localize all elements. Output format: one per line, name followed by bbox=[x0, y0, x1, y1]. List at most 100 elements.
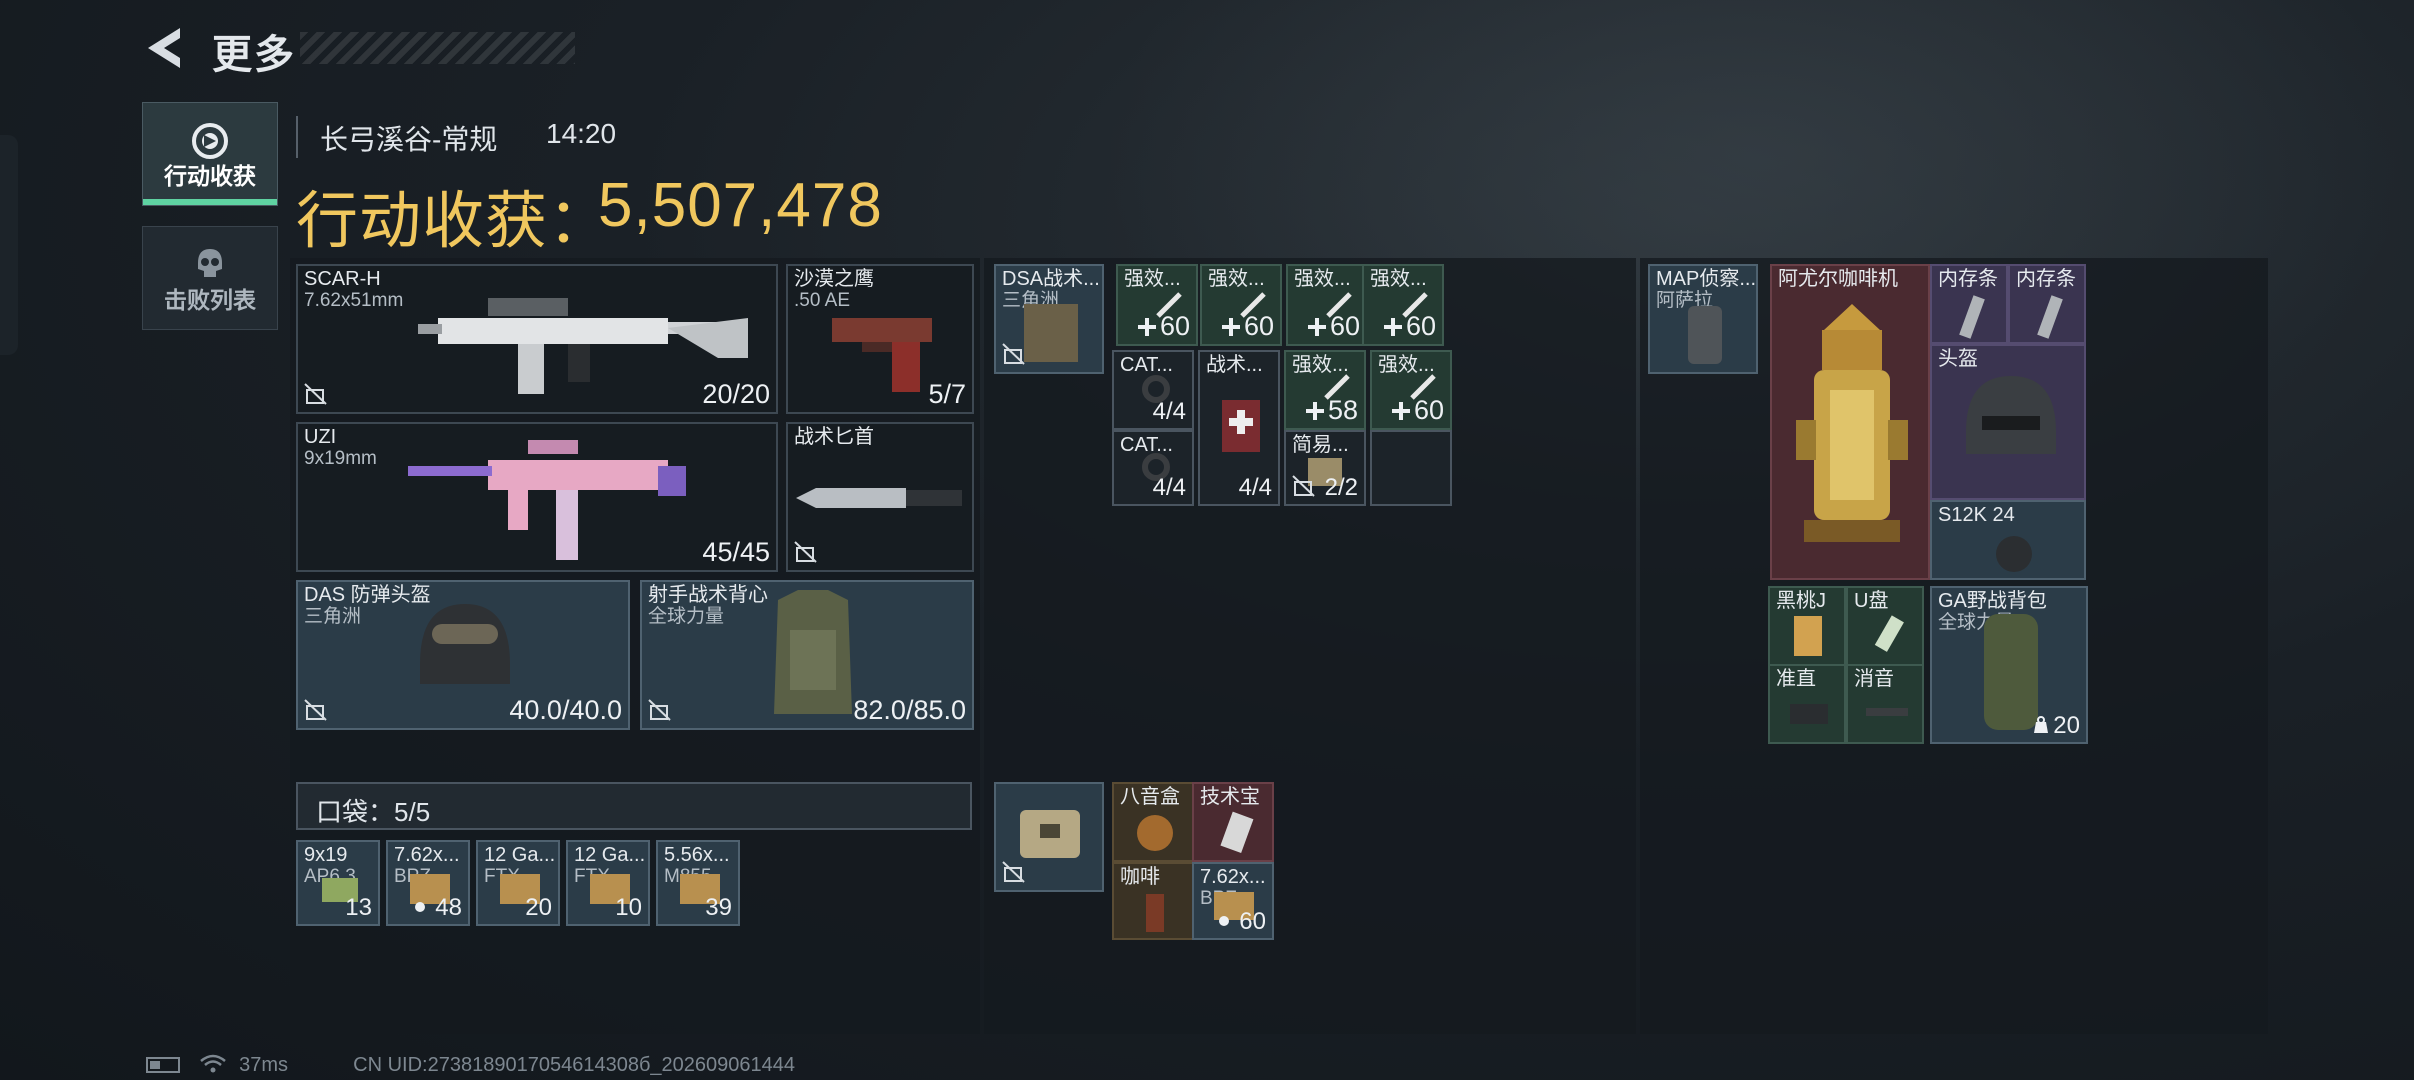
tab-loot[interactable]: 行动收获 bbox=[142, 102, 278, 206]
medical-plus-icon bbox=[1221, 318, 1240, 336]
medkit-icon bbox=[1222, 400, 1260, 452]
map-name: 长弓溪谷-常规 bbox=[320, 124, 498, 155]
case-item[interactable]: 咖啡 bbox=[1112, 862, 1194, 940]
vest-icon bbox=[774, 590, 852, 714]
status-bar: 37ms CN UID:2738189017054614308б_2026090… bbox=[146, 1054, 795, 1077]
armor-slot[interactable]: 射手战术背心 全球力量 82.0/85.0 bbox=[640, 580, 974, 730]
secure-container-slot[interactable] bbox=[994, 782, 1104, 892]
item-count-value: 60 bbox=[1405, 311, 1436, 341]
item-name: UZI bbox=[304, 426, 337, 448]
case-item[interactable]: 技术宝 bbox=[1192, 782, 1274, 862]
weapon-slot-primary[interactable]: SCAR-H 7.62x51mm 20/20 bbox=[296, 264, 778, 414]
ping: 37ms bbox=[239, 1054, 289, 1076]
pocket-item[interactable]: 7.62x... BPZ 48 bbox=[386, 840, 470, 926]
map-device-slot[interactable]: MAP侦察... 阿萨拉 bbox=[1648, 264, 1758, 374]
item-name: U盘 bbox=[1854, 590, 1889, 612]
item-name: 沙漠之鹰 bbox=[794, 268, 874, 290]
item-name: 阿尤尔咖啡机 bbox=[1778, 268, 1898, 290]
item-count: 4/4 bbox=[1152, 474, 1186, 501]
backpack-item[interactable]: 头盔 bbox=[1930, 344, 2086, 500]
weight-icon bbox=[2034, 716, 2049, 733]
backpack-item[interactable]: 内存条 bbox=[2008, 264, 2086, 344]
knife-icon bbox=[796, 488, 962, 508]
weapon-slot-secondary[interactable]: UZI 9x19mm 45/45 bbox=[296, 422, 778, 572]
medical-plus-icon bbox=[1383, 318, 1402, 336]
edge-handle[interactable] bbox=[0, 135, 18, 355]
item-count: 60 bbox=[1219, 908, 1266, 936]
helmet-slot[interactable]: DAS 防弹头盔 三角洲 40.0/40.0 bbox=[296, 580, 630, 730]
item-name: 八音盒 bbox=[1120, 786, 1180, 808]
helmet-icon bbox=[1966, 376, 2056, 454]
uid: CN UID:2738189017054614308б_202609061444 bbox=[353, 1054, 795, 1076]
item-count-value: 60 bbox=[1159, 311, 1190, 341]
suppressor-icon bbox=[1866, 708, 1908, 716]
rig-item[interactable]: 简易... 2/2 bbox=[1284, 430, 1366, 506]
medical-plus-icon bbox=[1305, 402, 1324, 420]
empty-slot[interactable] bbox=[1370, 430, 1452, 506]
backpack-item[interactable]: 消音 bbox=[1846, 664, 1924, 744]
item-name: 强效... bbox=[1208, 268, 1265, 290]
coffee-machine-icon bbox=[1796, 304, 1908, 542]
backpack-item[interactable]: 准直 bbox=[1768, 664, 1846, 744]
item-count: 60 bbox=[1391, 395, 1444, 426]
case-item[interactable]: 7.62x... BPZ 60 bbox=[1192, 862, 1274, 940]
unlock-icon bbox=[304, 383, 327, 405]
capacity-value: 20 bbox=[2053, 712, 2080, 739]
rig-item[interactable]: 强效... 60 bbox=[1116, 264, 1198, 346]
backpack-slot[interactable]: GA野战背包 全球力量 20 bbox=[1930, 586, 2088, 744]
pocket-count: 5/5 bbox=[394, 797, 431, 827]
ammo-count: 20/20 bbox=[702, 379, 770, 409]
back-arrow-icon[interactable] bbox=[146, 26, 186, 70]
pocket-label: 口袋： bbox=[316, 797, 395, 827]
rig-item[interactable]: 强效... 58 bbox=[1284, 350, 1366, 430]
unlock-icon bbox=[1002, 343, 1025, 365]
wifi-icon bbox=[199, 1054, 226, 1073]
backpack-item[interactable]: 黑桃J bbox=[1768, 586, 1846, 666]
item-name: 5.56x... bbox=[664, 844, 730, 866]
backpack-item[interactable]: S12K 24 bbox=[1930, 500, 2086, 580]
item-name: 内存条 bbox=[1938, 268, 1998, 290]
ammo-count: 5/7 bbox=[928, 379, 966, 409]
tab-defeated-list[interactable]: 击败列表 bbox=[142, 226, 278, 330]
loot-icon bbox=[192, 123, 228, 159]
item-name: 强效... bbox=[1294, 268, 1351, 290]
pocket-item[interactable]: 5.56x... M855 39 bbox=[656, 840, 740, 926]
tab-loot-label: 行动收获 bbox=[164, 163, 256, 189]
unlock-icon bbox=[1292, 475, 1315, 497]
rig-item[interactable]: 强效... 60 bbox=[1370, 350, 1452, 430]
chest-rig-icon bbox=[1024, 304, 1078, 362]
raid-time: 14:20 bbox=[546, 118, 617, 149]
item-name: 消音 bbox=[1854, 668, 1894, 690]
item-name: 9x19 bbox=[304, 844, 348, 866]
rig-item[interactable]: CAT... 4/4 bbox=[1112, 350, 1194, 430]
pocket-item[interactable]: 12 Ga... FTX 10 bbox=[566, 840, 650, 926]
case-item[interactable]: 八音盒 bbox=[1112, 782, 1194, 862]
rig-item[interactable]: 强效... 60 bbox=[1200, 264, 1282, 346]
item-name: 内存条 bbox=[2016, 268, 2076, 290]
item-name: 12 Ga... bbox=[484, 844, 556, 866]
item-count: 2/2 bbox=[1324, 474, 1358, 501]
item-name: 7.62x... bbox=[394, 844, 460, 866]
rig-item[interactable]: CAT... 4/4 bbox=[1112, 430, 1194, 506]
weapon-slot-pistol[interactable]: 沙漠之鹰 .50 AE 5/7 bbox=[786, 264, 974, 414]
durability: 40.0/40.0 bbox=[509, 695, 622, 725]
melee-slot[interactable]: 战术匕首 bbox=[786, 422, 974, 572]
rig-item[interactable]: 强效... 60 bbox=[1286, 264, 1368, 346]
pocket-item[interactable]: 9x19 AP6.3 13 bbox=[296, 840, 380, 926]
backpack-item[interactable]: 内存条 bbox=[1930, 264, 2008, 344]
ammo-tier-dot bbox=[1219, 916, 1230, 926]
item-count: 60 bbox=[1221, 311, 1274, 342]
pocket-item[interactable]: 12 Ga... FTX 20 bbox=[476, 840, 560, 926]
tab-defeated-label: 击败列表 bbox=[164, 287, 256, 313]
coffee-machine-slot[interactable]: 阿尤尔咖啡机 bbox=[1770, 264, 1930, 580]
rig-item[interactable]: 战术... 4/4 bbox=[1198, 350, 1280, 506]
backpack-item[interactable]: U盘 bbox=[1846, 586, 1924, 666]
memory-stick-icon bbox=[1959, 295, 1985, 339]
medical-plus-icon bbox=[1137, 318, 1156, 336]
drum-magazine-icon bbox=[1996, 536, 2032, 572]
helmet-icon bbox=[420, 604, 510, 684]
item-count-value: 60 bbox=[1243, 311, 1274, 341]
skull-icon bbox=[198, 249, 222, 277]
chest-rig-slot[interactable]: DSA战术... 三角洲 bbox=[994, 264, 1104, 374]
rig-item[interactable]: 强效... 60 bbox=[1362, 264, 1444, 346]
